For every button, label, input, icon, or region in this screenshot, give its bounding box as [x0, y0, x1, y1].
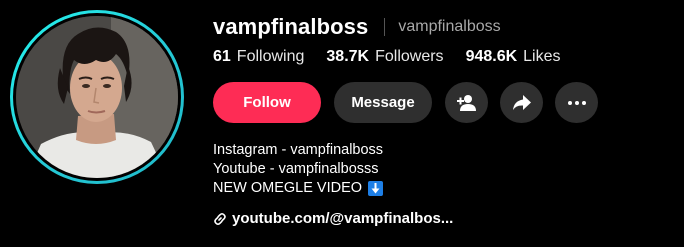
stat-label: Followers [375, 48, 444, 65]
bio: Instagram - vampfinalboss Youtube - vamp… [213, 141, 384, 198]
bio-line: Youtube - vampfinalbosss [213, 161, 379, 177]
stat-likes: 948.6K Likes [466, 48, 561, 66]
follow-button[interactable]: Follow [213, 82, 321, 123]
stat-label: Likes [523, 48, 561, 65]
link-text[interactable]: youtube.com/@vampfinalbos... [232, 210, 453, 227]
add-friend-button[interactable] [445, 82, 488, 123]
more-icon [567, 100, 586, 105]
avatar-ring[interactable] [10, 10, 184, 184]
stat-label: Following [236, 48, 305, 65]
profile-link[interactable]: youtube.com/@vampfinalbos... [213, 210, 453, 227]
avatar-photo [16, 16, 178, 178]
name-divider [384, 18, 386, 36]
bio-line: NEW OMEGLE VIDEO [213, 179, 384, 198]
share-icon [512, 94, 531, 110]
bio-line-text: NEW OMEGLE VIDEO [213, 180, 363, 196]
stat-value: 948.6K [465, 48, 518, 65]
display-name: vampfinalboss [213, 14, 369, 39]
more-button[interactable] [555, 82, 598, 123]
stats-row: 61 Following 38.7K Followers 948.6K Like… [213, 48, 583, 66]
stat-value: 61 [213, 48, 231, 65]
down-arrow-icon [368, 181, 384, 196]
share-button[interactable] [500, 82, 543, 123]
name-row: vampfinalboss vampfinalboss [213, 14, 501, 40]
stat-followers[interactable]: 38.7K Followers [326, 48, 443, 66]
message-button[interactable]: Message [334, 82, 432, 123]
stat-value: 38.7K [326, 48, 370, 65]
avatar-border [13, 13, 181, 181]
link-icon [213, 212, 227, 226]
add-friend-icon [456, 94, 476, 111]
stat-following[interactable]: 61 Following [213, 48, 304, 66]
bio-line: Instagram - vampfinalboss [213, 142, 384, 158]
avatar[interactable] [16, 16, 178, 178]
action-buttons: Follow Message [213, 82, 610, 123]
username-handle: vampfinalboss [398, 18, 501, 35]
